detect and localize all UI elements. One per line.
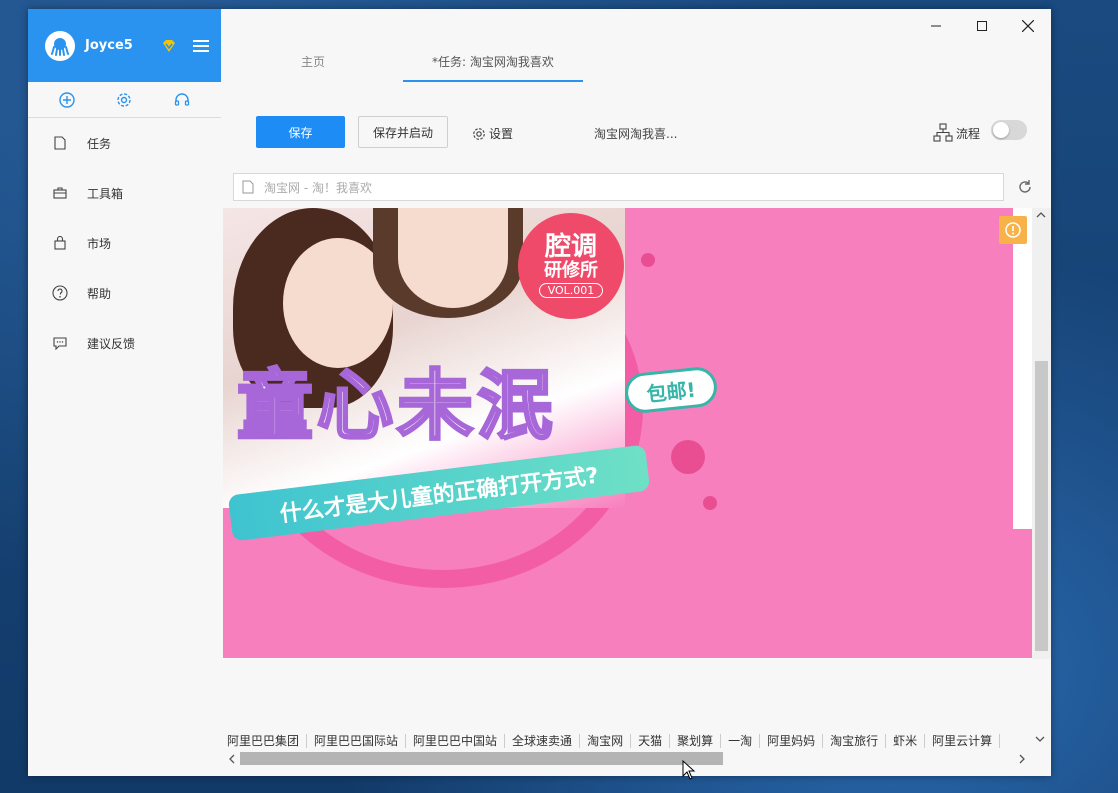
sidebar-item-task[interactable]: 任务 <box>28 118 221 168</box>
toolbox-icon <box>52 185 68 201</box>
sidebar-item-label: 市场 <box>87 236 112 251</box>
save-button[interactable]: 保存 <box>256 116 345 148</box>
brand-stamp: 腔调 研修所 VOL.001 <box>518 213 624 319</box>
footer-link[interactable]: 阿里巴巴集团 <box>223 734 308 748</box>
footer-link[interactable]: 阿里巴巴国际站 <box>307 734 407 748</box>
decorative-dot <box>671 440 705 474</box>
sidebar-item-label: 帮助 <box>87 286 112 301</box>
footer-link[interactable]: 天猫 <box>631 734 671 748</box>
sidebar-item-help[interactable]: 帮助 <box>28 268 221 318</box>
decorative-dot <box>641 253 655 267</box>
octopus-icon <box>51 37 69 56</box>
refresh-icon[interactable] <box>1016 178 1034 196</box>
plus-circle-icon[interactable] <box>58 91 76 109</box>
flowchart-icon <box>933 123 953 142</box>
app-window: Joyce5 任务 工具箱 市场 帮助 建议反馈 主页 *任务: 淘宝网淘我喜欢… <box>28 9 1051 776</box>
gear-icon <box>473 127 485 140</box>
flow-label: 流程 <box>956 126 981 141</box>
settings-button[interactable]: 设置 <box>472 125 513 142</box>
vertical-scrollbar[interactable] <box>1032 208 1051 659</box>
chevron-right-icon[interactable] <box>1018 754 1026 764</box>
horizontal-scrollbar[interactable] <box>223 750 1033 768</box>
chevron-left-icon[interactable] <box>228 754 236 764</box>
chevron-up-icon[interactable] <box>1036 210 1046 220</box>
stamp-volume: VOL.001 <box>538 283 604 299</box>
tab-home[interactable]: 主页 <box>301 53 325 70</box>
hamburger-menu-icon[interactable] <box>193 39 209 52</box>
sidebar-item-feedback[interactable]: 建议反馈 <box>28 318 221 368</box>
maximize-icon <box>977 21 987 31</box>
url-bar <box>233 173 1004 201</box>
footer-link[interactable]: 聚划算 <box>670 734 722 748</box>
flow-toggle[interactable] <box>991 120 1027 140</box>
banner-title: 童心未泯 <box>236 361 557 450</box>
footer-link[interactable]: 虾米 <box>886 734 926 748</box>
close-icon <box>1022 20 1034 32</box>
decorative-dot <box>703 496 717 510</box>
sidebar-item-label: 工具箱 <box>87 186 124 201</box>
tab-task[interactable]: *任务: 淘宝网淘我喜欢 <box>432 53 554 70</box>
stamp-title: 腔调 <box>544 231 597 262</box>
footer-links: 阿里巴巴集团 阿里巴巴国际站 阿里巴巴中国站 全球速卖通 淘宝网 天猫 聚划算 … <box>223 731 1041 751</box>
document-icon <box>52 135 68 151</box>
page-icon <box>242 180 254 194</box>
footer-link[interactable]: 淘宝旅行 <box>823 734 887 748</box>
maximize-button[interactable] <box>959 9 1005 43</box>
promo-banner[interactable]: 腔调 研修所 VOL.001 包邮! 童心未泯 什么才是大儿童的正确打开方式? <box>223 208 1032 658</box>
footer-link[interactable]: 阿里云计算 <box>925 734 1001 748</box>
close-button[interactable] <box>1005 9 1051 43</box>
model-face <box>398 208 508 308</box>
footer-link[interactable]: 淘宝网 <box>580 734 632 748</box>
horizontal-scroll-thumb[interactable] <box>240 752 723 765</box>
stamp-subtitle: 研修所 <box>544 259 598 281</box>
footer-link[interactable]: 一淘 <box>721 734 761 748</box>
sidebar-item-label: 建议反馈 <box>87 336 136 351</box>
quick-action-bar <box>28 82 221 118</box>
sidebar: Joyce5 任务 工具箱 市场 帮助 建议反馈 <box>28 9 221 776</box>
page-edge <box>1013 208 1032 529</box>
vertical-scroll-thumb[interactable] <box>1035 361 1048 651</box>
save-and-start-button[interactable]: 保存并启动 <box>358 116 448 148</box>
warning-badge[interactable] <box>999 216 1027 244</box>
mouse-cursor-icon <box>682 760 696 780</box>
warning-icon <box>1005 222 1021 238</box>
settings-label: 设置 <box>489 127 514 141</box>
bag-icon <box>52 235 68 251</box>
help-icon <box>52 285 68 301</box>
sidebar-item-label: 任务 <box>87 136 112 151</box>
window-controls <box>913 9 1051 43</box>
active-tab-indicator <box>403 80 583 82</box>
vip-diamond-icon[interactable] <box>161 39 177 53</box>
chat-icon <box>52 335 68 351</box>
sidebar-item-market[interactable]: 市场 <box>28 218 221 268</box>
footer-link[interactable]: 阿里妈妈 <box>760 734 824 748</box>
sidebar-item-toolbox[interactable]: 工具箱 <box>28 168 221 218</box>
task-name: 淘宝网淘我喜... <box>594 127 678 141</box>
url-input[interactable] <box>264 180 964 194</box>
browser-view[interactable]: 腔调 研修所 VOL.001 包邮! 童心未泯 什么才是大儿童的正确打开方式? <box>223 208 1051 659</box>
toggle-knob <box>993 122 1009 138</box>
chevron-down-icon[interactable] <box>1034 733 1046 745</box>
minimize-icon <box>931 25 941 27</box>
footer-link[interactable]: 阿里巴巴中国站 <box>406 734 506 748</box>
gear-icon[interactable] <box>115 91 133 109</box>
avatar[interactable] <box>45 30 75 61</box>
minimize-button[interactable] <box>913 9 959 43</box>
footer-link[interactable]: 全球速卖通 <box>505 734 581 748</box>
headset-icon[interactable] <box>173 91 191 109</box>
user-bar: Joyce5 <box>28 9 221 82</box>
flow-control: 流程 <box>933 123 980 143</box>
username: Joyce5 <box>85 38 133 53</box>
